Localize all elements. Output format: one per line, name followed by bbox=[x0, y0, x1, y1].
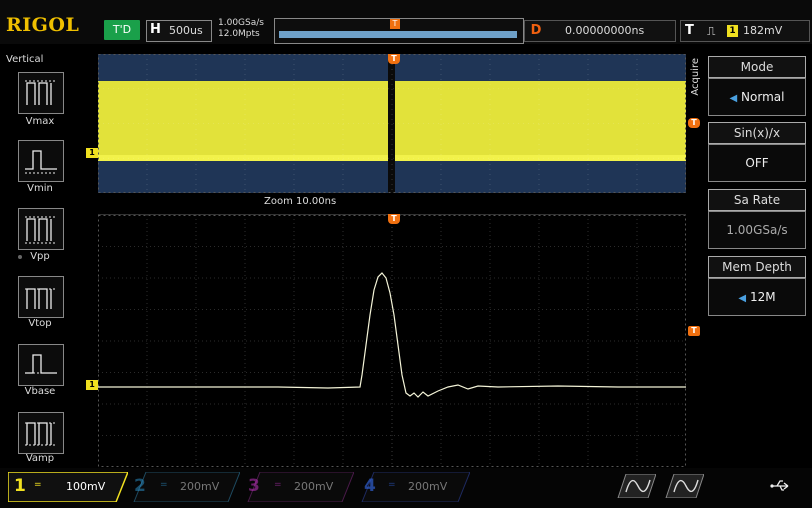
ch1-coupling-icon: = bbox=[34, 480, 42, 490]
vbase-button[interactable] bbox=[18, 344, 64, 386]
vtop-icon bbox=[25, 288, 57, 309]
vmax-icon bbox=[25, 80, 57, 105]
main-waveform-window[interactable] bbox=[98, 54, 686, 193]
ch3-coupling-icon: = bbox=[274, 480, 282, 490]
selector-arrow-icon: ◀ bbox=[729, 93, 738, 104]
vamp-icon bbox=[25, 422, 57, 446]
rising-edge-icon: ⎍ bbox=[707, 24, 716, 38]
ch2-number: 2 bbox=[134, 476, 146, 496]
timebase-box[interactable]: H 500us bbox=[146, 20, 212, 42]
mem-depth-softkey[interactable]: ◀ 12M bbox=[708, 278, 806, 316]
ch4-tab[interactable]: 4 = 200mV bbox=[352, 472, 470, 502]
vbase-icon bbox=[25, 354, 57, 374]
sa-rate-softkey: 1.00GSa/s bbox=[708, 211, 806, 249]
ch4-coupling-icon: = bbox=[388, 480, 396, 490]
trigger-source-badge: 1 bbox=[727, 25, 738, 37]
ch3-number: 3 bbox=[248, 476, 260, 496]
acquisition-info: 1.00GSa/s 12.0Mpts bbox=[218, 18, 264, 40]
vpp-icon bbox=[25, 216, 57, 244]
delay-box[interactable]: D 0.00000000ns bbox=[524, 20, 676, 42]
sinx-title: Sin(x)/x bbox=[708, 122, 806, 144]
vamp-label: Vamp bbox=[25, 453, 55, 464]
ch1-number: 1 bbox=[14, 476, 26, 496]
vmax-button[interactable] bbox=[18, 72, 64, 114]
acquire-menu-title: Acquire bbox=[690, 58, 701, 96]
brand-logo: RIGOL bbox=[6, 14, 80, 36]
sa-rate-value: 1.00GSa/s bbox=[726, 223, 788, 237]
ch4-number: 4 bbox=[364, 476, 376, 496]
sinx-value: OFF bbox=[745, 156, 769, 170]
trigger-label: T bbox=[685, 23, 694, 38]
vpp-label: Vpp bbox=[30, 251, 50, 262]
sa-rate-title: Sa Rate bbox=[708, 189, 806, 211]
trigger-level-value: 182mV bbox=[743, 24, 783, 37]
grid-border bbox=[98, 54, 686, 193]
usb-icon bbox=[770, 478, 792, 494]
ch3-tab[interactable]: 3 = 200mV bbox=[238, 472, 354, 502]
vmin-label: Vmin bbox=[27, 183, 53, 194]
memory-waveform-preview bbox=[279, 31, 517, 38]
vmin-icon bbox=[25, 150, 57, 174]
zoom-waveform-window[interactable] bbox=[98, 214, 686, 467]
memory-overview-strip: T bbox=[274, 18, 524, 44]
trigger-level-marker-upper[interactable]: T bbox=[688, 118, 700, 128]
delay-label: D bbox=[530, 23, 542, 38]
sinx-softkey[interactable]: OFF bbox=[708, 144, 806, 182]
ch2-scale: 200mV bbox=[180, 480, 220, 493]
sample-rate-readout: 1.00GSa/s bbox=[218, 18, 264, 28]
delay-value: 0.00000000ns bbox=[565, 24, 645, 37]
vpp-button[interactable] bbox=[18, 208, 64, 250]
zoom-display bbox=[98, 215, 686, 467]
ch4-scale: 200mV bbox=[408, 480, 448, 493]
main-grid bbox=[98, 54, 686, 193]
vmin-button[interactable] bbox=[18, 140, 64, 182]
timebase-value: 500us bbox=[169, 24, 203, 37]
analog-channel-2-icon[interactable] bbox=[660, 473, 705, 499]
ch1-offset-marker-upper[interactable]: 1 bbox=[86, 148, 98, 158]
vtop-label: Vtop bbox=[28, 318, 52, 329]
mode-title: Mode bbox=[708, 56, 806, 78]
mode-softkey[interactable]: ◀ Normal bbox=[708, 78, 806, 116]
ch3-scale: 200mV bbox=[294, 480, 334, 493]
ch2-coupling-icon: = bbox=[160, 480, 168, 490]
mem-depth-value: 12M bbox=[749, 290, 776, 304]
ch1-offset-marker-lower[interactable]: 1 bbox=[86, 380, 98, 390]
trigger-level-marker-lower[interactable]: T bbox=[688, 326, 700, 336]
ch2-tab[interactable]: 2 = 200mV bbox=[124, 472, 240, 502]
vbase-label: Vbase bbox=[24, 386, 56, 397]
trigger-position-marker: T bbox=[390, 19, 400, 29]
zoom-timebase-label: Zoom 10.00ns bbox=[264, 196, 337, 207]
analog-channel-1-icon[interactable] bbox=[612, 473, 657, 499]
ch1-scale: 100mV bbox=[66, 480, 106, 493]
ch1-tab[interactable]: 1 = 100mV bbox=[8, 472, 128, 502]
vtop-button[interactable] bbox=[18, 276, 64, 318]
timebase-label: H bbox=[150, 22, 161, 37]
trigger-time-marker-lower[interactable]: T bbox=[388, 214, 400, 224]
trigger-time-marker-upper[interactable]: T bbox=[388, 54, 400, 64]
vmax-label: Vmax bbox=[25, 116, 55, 127]
mode-value: Normal bbox=[741, 90, 785, 104]
memory-points-readout: 12.0Mpts bbox=[218, 29, 260, 39]
vamp-button[interactable] bbox=[18, 412, 64, 454]
mem-depth-title: Mem Depth bbox=[708, 256, 806, 278]
selector-arrow-icon: ◀ bbox=[738, 293, 747, 304]
trigger-box[interactable]: T ⎍ 1 182mV bbox=[680, 20, 810, 42]
vertical-panel-title: Vertical bbox=[6, 54, 44, 65]
run-state-badge[interactable]: T'D bbox=[104, 20, 140, 40]
